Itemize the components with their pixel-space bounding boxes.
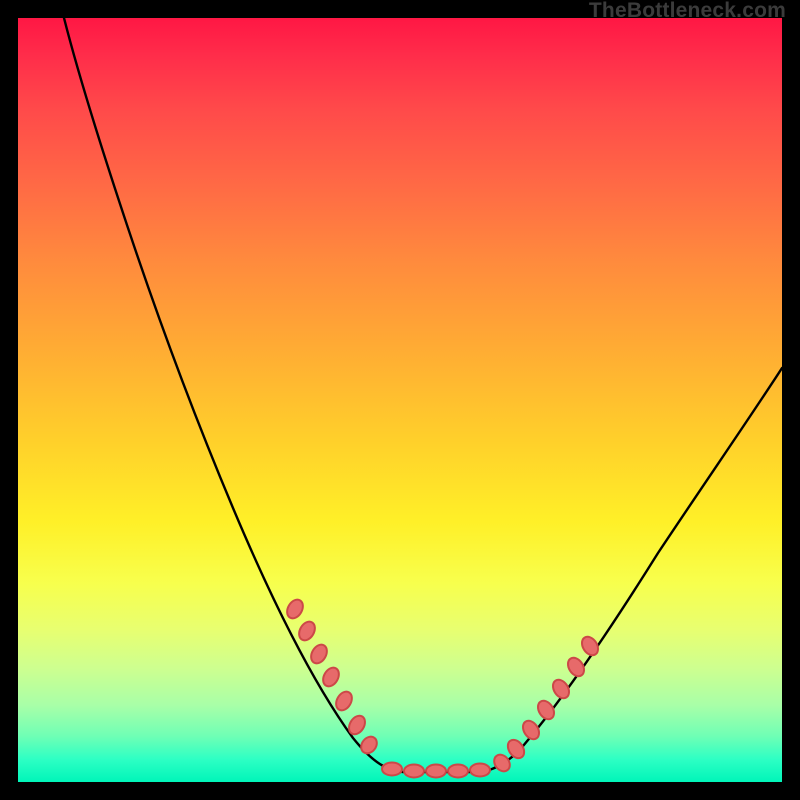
- marker-right-shoulder: [491, 634, 601, 775]
- marker-left-shoulder: [284, 597, 380, 757]
- marker-floor: [382, 763, 490, 778]
- chart-frame: [18, 18, 782, 782]
- bottleneck-curve-svg: [18, 18, 782, 782]
- watermark-text: TheBottleneck.com: [589, 0, 786, 23]
- bottleneck-curve: [64, 18, 782, 772]
- plot-area: [18, 18, 782, 782]
